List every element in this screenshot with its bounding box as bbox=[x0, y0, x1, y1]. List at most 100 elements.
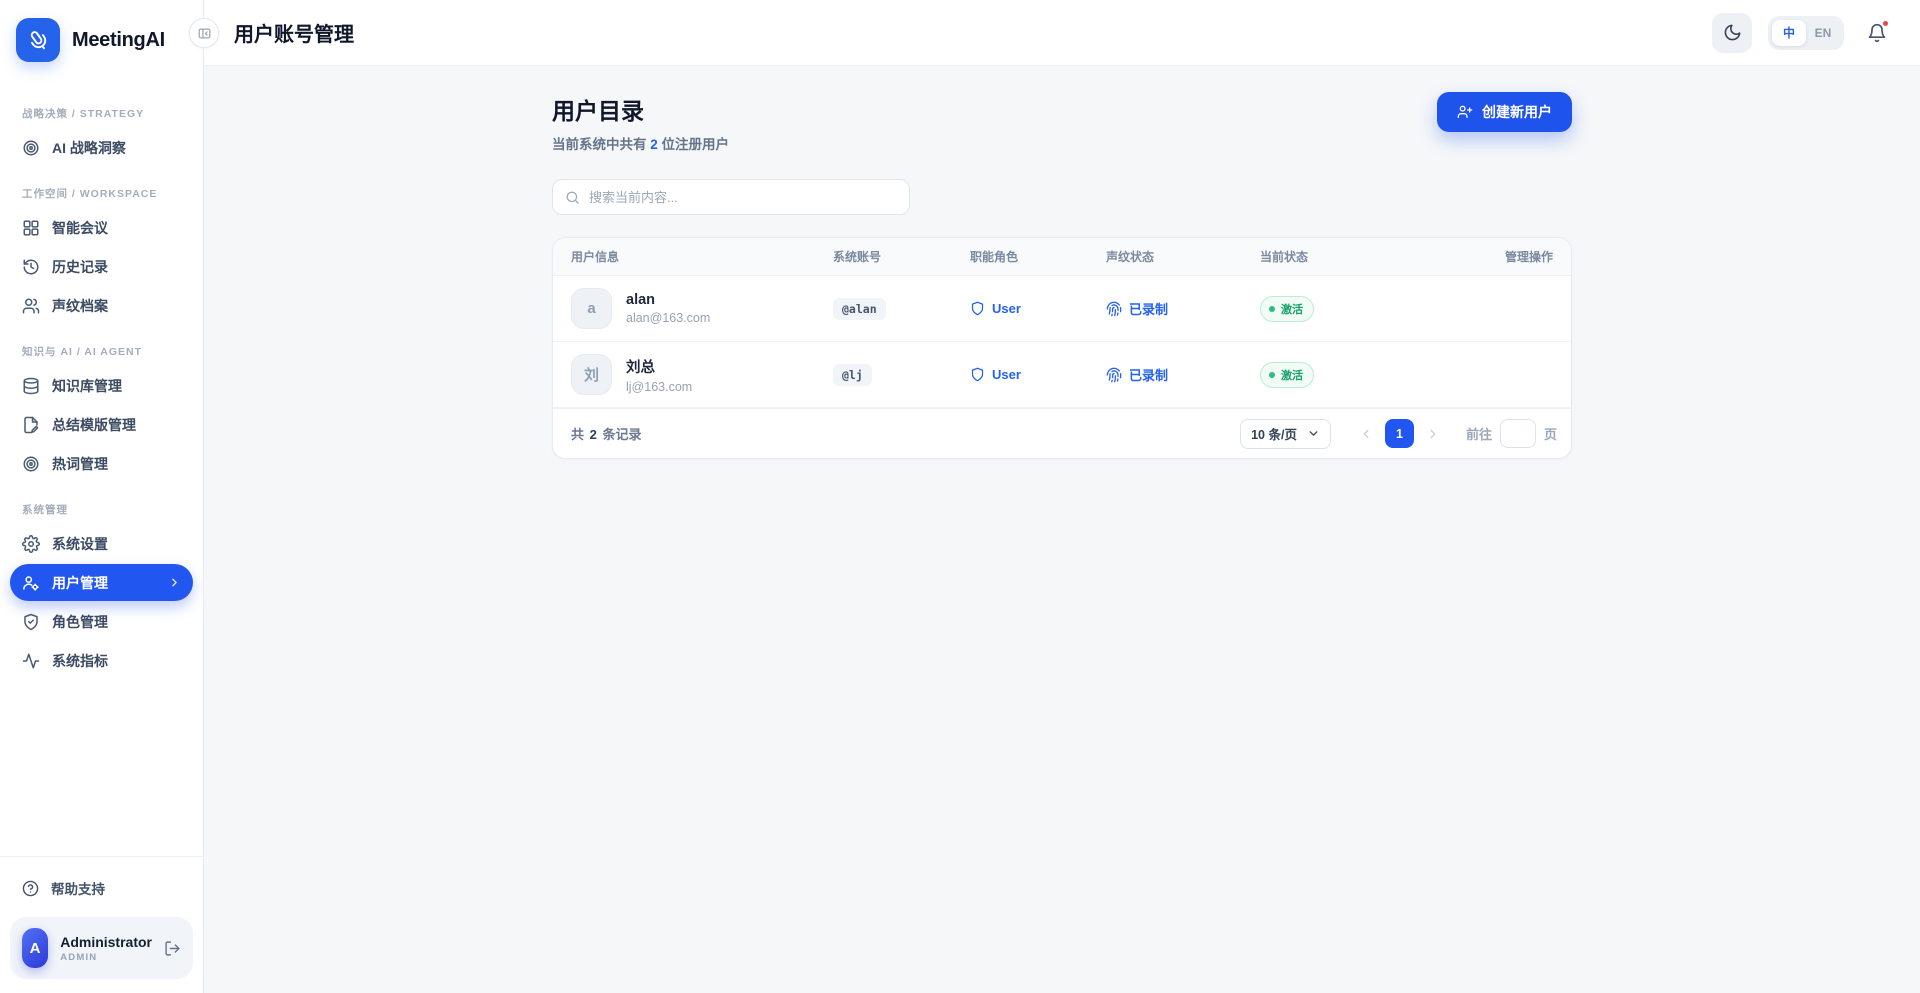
goto-suffix-label: 页 bbox=[1544, 424, 1557, 443]
subtitle-prefix: 当前系统中共有 bbox=[552, 137, 650, 152]
nav-section-strategy: 战略决策 / STRATEGY bbox=[0, 106, 203, 121]
account-handle: @alan bbox=[833, 298, 886, 320]
table-footer: 共 2 条记录 10 条/页 1 bbox=[553, 408, 1571, 458]
user-table-card: 用户信息 系统账号 职能角色 声纹状态 当前状态 管理操作 a alan ala… bbox=[552, 237, 1572, 459]
sidebar-item-label: 系统指标 bbox=[52, 651, 108, 671]
page-header-title: 用户账号管理 bbox=[234, 18, 354, 47]
grid-icon bbox=[22, 219, 40, 237]
nav-section-system: 系统管理 bbox=[0, 502, 203, 517]
current-user-card[interactable]: A Administrator ADMIN bbox=[10, 917, 193, 979]
users-icon bbox=[22, 297, 40, 315]
search-icon bbox=[565, 190, 580, 205]
user-meta: Administrator ADMIN bbox=[60, 934, 152, 963]
chevron-right-icon bbox=[168, 576, 181, 589]
role-cell: User bbox=[970, 301, 1106, 316]
create-user-label: 创建新用户 bbox=[1482, 102, 1552, 122]
status-badge: 激活 bbox=[1260, 296, 1314, 322]
language-toggle: 中 EN bbox=[1768, 16, 1844, 50]
page-subtitle: 当前系统中共有 2 位注册用户 bbox=[552, 133, 729, 153]
sidebar-item-role-management[interactable]: 角色管理 bbox=[10, 603, 193, 640]
sidebar-nav: 战略决策 / STRATEGY AI 战略洞察 工作空间 / WORKSPACE… bbox=[0, 76, 203, 856]
sidebar-item-label: 热词管理 bbox=[52, 454, 108, 474]
goto-page-input[interactable] bbox=[1500, 419, 1536, 448]
search-input[interactable] bbox=[589, 190, 897, 205]
sidebar-item-system-metrics[interactable]: 系统指标 bbox=[10, 642, 193, 679]
role-label: User bbox=[992, 301, 1021, 316]
nav-section-workspace: 工作空间 / WORKSPACE bbox=[0, 186, 203, 201]
shield-icon bbox=[970, 367, 985, 382]
sidebar-item-summary-template[interactable]: 总结模版管理 bbox=[10, 406, 193, 443]
chevron-down-icon bbox=[1307, 427, 1320, 440]
status-label: 激活 bbox=[1281, 301, 1303, 317]
column-header-role: 职能角色 bbox=[970, 248, 1106, 265]
main-content: 用户目录 当前系统中共有 2 位注册用户 创建新用户 用户信息 系统账号 bbox=[204, 66, 1920, 993]
table-row[interactable]: 刘 刘总 lj@163.com @lj User bbox=[553, 342, 1571, 408]
user-role-badge: ADMIN bbox=[60, 952, 152, 963]
voice-status-label: 已录制 bbox=[1129, 365, 1168, 384]
status-dot-icon bbox=[1269, 372, 1275, 378]
sidebar-item-label: 历史记录 bbox=[52, 257, 108, 277]
lang-option-zh[interactable]: 中 bbox=[1772, 20, 1806, 46]
user-email: alan@163.com bbox=[626, 311, 710, 325]
prev-page-button[interactable] bbox=[1353, 421, 1379, 447]
column-header-voice-status: 声纹状态 bbox=[1106, 248, 1260, 265]
avatar: A bbox=[22, 928, 48, 968]
lang-option-en[interactable]: EN bbox=[1806, 20, 1840, 46]
top-bar: 用户账号管理 中 EN bbox=[204, 0, 1920, 66]
avatar: 刘 bbox=[571, 354, 612, 395]
user-name: Administrator bbox=[60, 934, 152, 950]
table-row[interactable]: a alan alan@163.com @alan User bbox=[553, 276, 1571, 342]
column-header-user-info: 用户信息 bbox=[553, 248, 833, 265]
sidebar-item-label: AI 战略洞察 bbox=[52, 138, 126, 158]
voice-status-cell: 已录制 bbox=[1106, 299, 1260, 318]
sidebar-item-label: 声纹档案 bbox=[52, 296, 108, 316]
records-prefix: 共 bbox=[571, 427, 584, 442]
search-box bbox=[552, 179, 910, 215]
next-page-button[interactable] bbox=[1420, 421, 1446, 447]
sidebar-item-user-management[interactable]: 用户管理 bbox=[10, 564, 193, 601]
sidebar-item-history[interactable]: 历史记录 bbox=[10, 248, 193, 285]
app-logo: MeetingAI bbox=[0, 0, 203, 76]
page-size-value: 10 条/页 bbox=[1251, 424, 1297, 443]
help-circle-icon bbox=[22, 880, 39, 897]
sidebar-item-voiceprint-archive[interactable]: 声纹档案 bbox=[10, 287, 193, 324]
sidebar-item-label: 智能会议 bbox=[52, 218, 108, 238]
logout-icon[interactable] bbox=[164, 940, 181, 957]
create-user-button[interactable]: 创建新用户 bbox=[1437, 92, 1572, 132]
gear-icon bbox=[22, 535, 40, 553]
sidebar-item-system-settings[interactable]: 系统设置 bbox=[10, 525, 193, 562]
voice-status-label: 已录制 bbox=[1129, 299, 1168, 318]
history-icon bbox=[22, 258, 40, 276]
notifications-button[interactable] bbox=[1860, 16, 1894, 50]
shield-icon bbox=[970, 301, 985, 316]
sidebar-item-label: 用户管理 bbox=[52, 573, 108, 593]
records-count: 2 bbox=[588, 427, 599, 442]
subtitle-suffix: 位注册用户 bbox=[658, 137, 729, 152]
activity-icon bbox=[22, 652, 40, 670]
page-number-button[interactable]: 1 bbox=[1385, 419, 1414, 448]
column-header-actions: 管理操作 bbox=[1450, 248, 1571, 265]
page-title: 用户目录 bbox=[552, 92, 729, 126]
sidebar-item-ai-strategy-insight[interactable]: AI 战略洞察 bbox=[10, 129, 193, 166]
status-label: 激活 bbox=[1281, 367, 1303, 383]
help-support-label: 帮助支持 bbox=[51, 878, 105, 898]
sidebar-item-label: 系统设置 bbox=[52, 534, 108, 554]
user-plus-icon bbox=[1457, 104, 1473, 120]
nav-section-ai-agent: 知识与 AI / AI AGENT bbox=[0, 344, 203, 359]
microphone-logo-icon bbox=[16, 18, 60, 62]
sidebar-item-knowledge-base[interactable]: 知识库管理 bbox=[10, 367, 193, 404]
role-cell: User bbox=[970, 367, 1106, 382]
sidebar-collapse-button[interactable] bbox=[189, 18, 219, 48]
theme-toggle-button[interactable] bbox=[1712, 13, 1752, 53]
role-label: User bbox=[992, 367, 1021, 382]
sidebar-item-smart-meeting[interactable]: 智能会议 bbox=[10, 209, 193, 246]
target-icon bbox=[22, 139, 40, 157]
help-support-link[interactable]: 帮助支持 bbox=[10, 871, 193, 905]
sidebar: MeetingAI 战略决策 / STRATEGY AI 战略洞察 工作空间 /… bbox=[0, 0, 204, 993]
page-size-select[interactable]: 10 条/页 bbox=[1240, 419, 1331, 449]
sidebar-item-label: 知识库管理 bbox=[52, 376, 122, 396]
page-head: 用户目录 当前系统中共有 2 位注册用户 创建新用户 bbox=[552, 92, 1572, 153]
sidebar-item-hotwords[interactable]: 热词管理 bbox=[10, 445, 193, 482]
column-header-account: 系统账号 bbox=[833, 248, 970, 265]
notification-dot bbox=[1882, 20, 1889, 27]
